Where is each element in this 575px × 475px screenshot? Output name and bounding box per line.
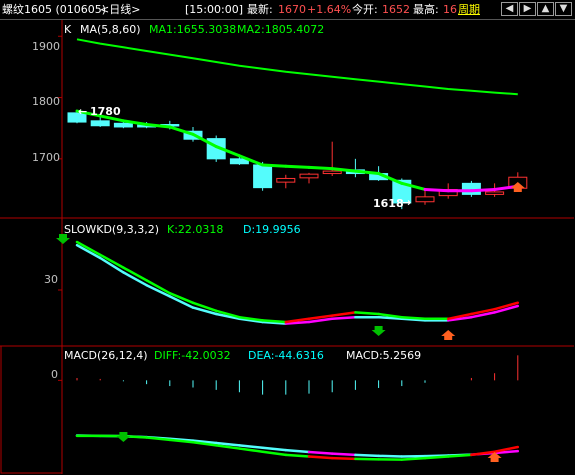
kd-k-line — [354, 311, 380, 316]
candles-group — [67, 109, 528, 210]
ma1-line — [307, 165, 334, 171]
kd-k-line — [400, 315, 427, 321]
macd-diff-line — [400, 456, 427, 461]
kline-legend-ma: MA(5,8,60) — [80, 23, 141, 36]
macd-dea-line — [261, 446, 288, 452]
candle-up — [299, 173, 319, 179]
macd-dea-line — [238, 444, 264, 450]
kline-legend-ma1: MA1:1655.3038 — [149, 23, 237, 36]
ma1-line — [284, 164, 311, 169]
kd-d-line — [330, 315, 357, 321]
candle-up — [485, 191, 505, 195]
candle-down — [90, 120, 110, 127]
ma1-line — [469, 187, 497, 193]
macd-diff-line — [238, 447, 264, 453]
price-tick-1800: 1800 — [32, 95, 60, 108]
macd-diff-line — [261, 450, 288, 457]
sell-signal-icon — [116, 432, 131, 442]
ma1-line — [423, 187, 450, 193]
ma1-line — [261, 163, 288, 168]
indicator-lines — [75, 38, 520, 461]
buy-signal-icon — [441, 330, 456, 340]
kd-k-line — [261, 319, 288, 324]
candle-up — [322, 170, 342, 175]
candle-up — [415, 196, 435, 203]
candle-down — [461, 182, 481, 195]
macd-legend-name: MACD(26,12,4) — [64, 349, 148, 362]
macd-dea-line — [284, 448, 311, 454]
sell-signal-icon — [371, 326, 386, 336]
kline-legend-ma2: MA2:1805.4072 — [237, 23, 325, 36]
annotation-high-arrow: ← — [78, 105, 88, 118]
kd-tick-30: 30 — [44, 273, 58, 286]
kd-legend-k: K:22.0318 — [167, 223, 224, 236]
macd-legend-dea: DEA:-44.6316 — [248, 349, 324, 362]
kd-k-line — [330, 311, 357, 317]
price-tick-1700: 1700 — [32, 151, 60, 164]
chart-canvas — [0, 20, 574, 474]
macd-diff-line — [423, 455, 450, 460]
kd-legend-name: SLOWKD(9,3,3,2) — [64, 223, 160, 236]
macd-legend-macd: MACD:5.2569 — [346, 349, 422, 362]
macd-dea-line — [354, 453, 380, 458]
candle-down — [113, 122, 133, 128]
macd-dea-line — [307, 450, 334, 455]
macd-legend-diff: DIFF:-42.0032 — [154, 349, 231, 362]
macd-diff-line — [284, 453, 311, 458]
annotation-low-arrow: → — [402, 196, 412, 209]
candle-up — [276, 177, 296, 183]
left-selection-box — [0, 345, 63, 474]
kline-legend-k: K — [64, 23, 72, 36]
macd-diff-line — [446, 453, 473, 458]
annotation-low: 1618 — [373, 197, 404, 210]
macd-tick-0: 0 — [51, 368, 58, 381]
candle-down — [253, 164, 273, 189]
macd-diff-line — [307, 455, 334, 460]
annotation-high: 1780 — [90, 105, 121, 118]
kd-legend-d: D:19.9956 — [243, 223, 301, 236]
macd-diff-line — [330, 456, 357, 461]
ma2-line — [76, 38, 518, 96]
price-tick-1900: 1900 — [32, 40, 60, 53]
macd-dea-line — [330, 452, 357, 457]
ma1-line — [168, 125, 195, 136]
gridlines — [58, 35, 62, 381]
macd-dea-line — [377, 454, 404, 458]
